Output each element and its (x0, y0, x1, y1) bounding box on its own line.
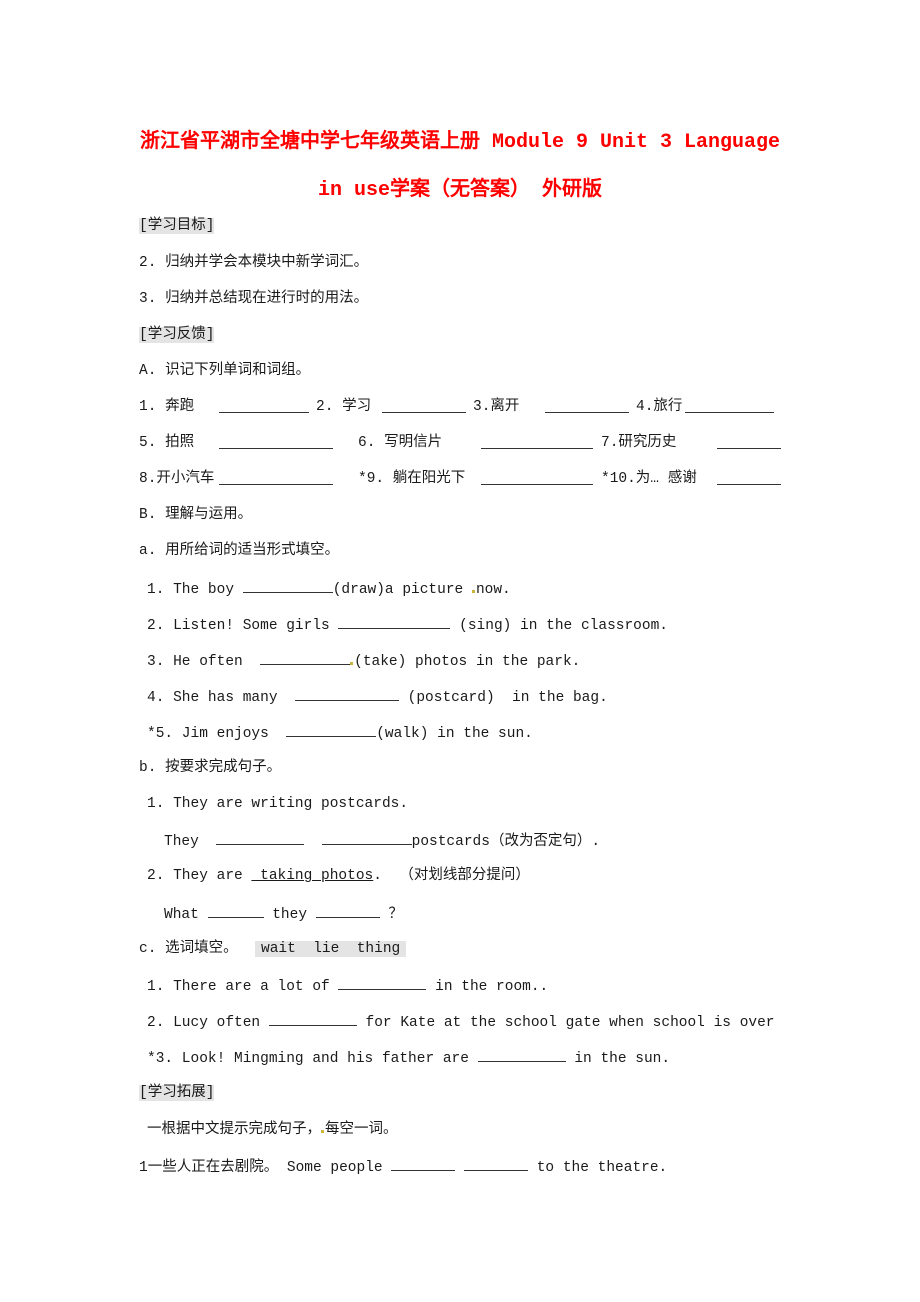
vocab-item: 8.开小汽车 (139, 471, 215, 487)
vocab-item: 7.研究历史 (601, 435, 677, 451)
answer-blank[interactable] (242, 578, 333, 593)
exercise-item: 3. He often (take) photos in the park. (147, 650, 580, 672)
exercise-item: *5. Jim enjoys (walk) in the sun. (147, 722, 533, 744)
answer-blank[interactable] (216, 830, 305, 845)
section-header-goals: [学习目标] (139, 218, 215, 234)
vocab-blank[interactable] (219, 434, 333, 453)
extension-instruction: 一根据中文提示完成句子， 每空一词。 (147, 1122, 398, 1138)
part-a-label: A. 识记下列单词和词组。 (139, 363, 311, 379)
vocab-item: 6. 写明信片 (358, 435, 443, 451)
part-b-c-label: c. 选词填空。 wait lie thing (139, 939, 407, 959)
vocab-blank[interactable] (717, 434, 781, 453)
part-b-b-label: b. 按要求完成句子。 (139, 760, 282, 776)
vocab-item: *9. 躺在阳光下 (358, 471, 466, 487)
goal-item: 2. 归纳并学会本模块中新学词汇。 (139, 255, 369, 271)
section-header-extension: [学习拓展] (139, 1085, 215, 1101)
vocab-item: 4.旅行 (636, 399, 683, 415)
answer-blank[interactable] (338, 614, 451, 629)
vocab-item: 2. 学习 (316, 399, 372, 415)
exercise-item: *3. Look! Mingming and his father are in… (147, 1047, 670, 1069)
answer-blank[interactable] (321, 830, 412, 845)
edit-mark (350, 662, 354, 665)
exercise-item: 1一些人正在去剧院。 Some people to the theatre. (139, 1156, 667, 1178)
exercise-item: 1. There are a lot of in the room.. (147, 975, 548, 997)
document-title-line2: in use学案（无答案） 外研版 (317, 179, 602, 202)
part-b-a-label: a. 用所给词的适当形式填空。 (139, 543, 340, 559)
goal-item: 3. 归纳并总结现在进行时的用法。 (139, 291, 369, 307)
edit-mark (321, 1130, 324, 1133)
exercise-sentence: 1. They are writing postcards. (147, 796, 409, 812)
edit-mark (471, 590, 475, 593)
exercise-item: 1. The boy (draw)a picture now. (147, 578, 511, 600)
vocab-item: 1. 奔跑 (139, 399, 195, 415)
answer-blank[interactable] (207, 903, 264, 918)
answer-blank[interactable] (315, 903, 380, 918)
answer-blank[interactable] (464, 1156, 529, 1171)
document-page: 浙江省平湖市全塘中学七年级英语上册 Module 9 Unit 3 Langua… (0, 0, 920, 1302)
answer-blank[interactable] (391, 1156, 456, 1171)
word-bank: wait lie thing (255, 941, 407, 957)
exercise-item: 4. She has many (postcard) in the bag. (147, 686, 608, 708)
vocab-blank[interactable] (219, 398, 309, 417)
vocab-blank[interactable] (219, 470, 333, 489)
vocab-item: 5. 拍照 (139, 435, 195, 451)
answer-blank[interactable] (477, 1047, 566, 1062)
exercise-sentence: 2. They are taking photos. （对划线部分提问） (147, 868, 530, 884)
vocab-blank[interactable] (481, 434, 593, 453)
document-title-line1: 浙江省平湖市全塘中学七年级英语上册 Module 9 Unit 3 Langua… (139, 131, 781, 154)
answer-blank[interactable] (338, 975, 427, 990)
answer-blank[interactable] (294, 686, 399, 701)
answer-blank[interactable] (286, 722, 377, 737)
exercise-answer-line: What they ？ (164, 903, 403, 925)
part-b-label: B. 理解与运用。 (139, 507, 253, 523)
vocab-blank[interactable] (481, 470, 593, 489)
exercise-item: 2. Listen! Some girls (sing) in the clas… (147, 614, 668, 636)
exercise-item: 2. Lucy often for Kate at the school gat… (147, 1011, 775, 1033)
vocab-blank[interactable] (382, 398, 466, 417)
vocab-item: *10.为… 感谢 (601, 471, 697, 487)
exercise-answer-line: They postcards（改为否定句）. (164, 830, 600, 852)
answer-blank[interactable] (268, 1011, 357, 1026)
answer-blank[interactable] (260, 650, 351, 665)
vocab-blank[interactable] (685, 398, 774, 417)
vocab-blank[interactable] (717, 470, 781, 489)
vocab-blank[interactable] (545, 398, 629, 417)
vocab-item: 3.离开 (473, 399, 520, 415)
section-header-feedback: [学习反馈] (139, 327, 215, 343)
